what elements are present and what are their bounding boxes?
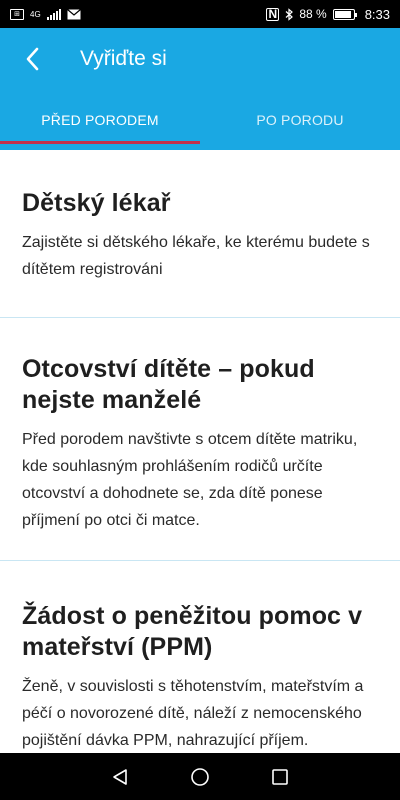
clock: 8:33 (364, 6, 390, 22)
nav-home-button[interactable] (180, 757, 220, 797)
signal-icon (46, 8, 61, 20)
chevron-left-icon (26, 47, 39, 71)
mail-icon (66, 8, 81, 20)
back-button[interactable] (0, 28, 64, 90)
content-list[interactable]: Dětský lékař Zajistěte si dětského lékař… (0, 150, 400, 753)
home-circle-icon (191, 767, 209, 786)
app-bar: Vyřiďte si PŘED PORODEM PO PORODU (0, 28, 400, 150)
back-triangle-icon (113, 768, 127, 785)
bluetooth-icon (285, 7, 294, 21)
battery-icon (332, 8, 357, 20)
toolbar: Vyřiďte si (0, 28, 400, 90)
nav-recents-button[interactable] (260, 757, 300, 797)
nav-back-button[interactable] (100, 757, 140, 797)
tab-pred-porodem[interactable]: PŘED PORODEM (0, 90, 200, 150)
tab-bar: PŘED PORODEM PO PORODU (0, 90, 400, 150)
item-title: Otcovství dítěte – pokud nejste manželé (22, 355, 315, 414)
item-title: Dětský lékař (22, 189, 171, 217)
list-item-detsky-lekar[interactable]: Dětský lékař Zajistěte si dětského lékař… (0, 150, 400, 318)
network-type: 4G (30, 9, 41, 19)
item-body: Zajistěte si dětského lékaře, ke kterému… (22, 234, 370, 278)
item-title: Žádost o peněžitou pomoc v mateřství (PP… (22, 602, 363, 661)
system-nav-bar (0, 753, 400, 800)
status-right: N 88 % 8:33 (266, 7, 390, 22)
status-bar: ⊞ 4G N 88 % 8:33 (0, 0, 400, 28)
list-item-otcovstvi[interactable]: Otcovství dítěte – pokud nejste manželé … (0, 318, 400, 561)
item-body: Ženě, v souvislosti s těhotenstvím, mate… (22, 678, 364, 749)
tab-po-porodu[interactable]: PO PORODU (200, 90, 400, 150)
status-left: ⊞ 4G (10, 8, 81, 20)
carrier-icon: ⊞ (10, 8, 24, 20)
battery-percent: 88 % (299, 7, 327, 21)
item-body: Před porodem navštivte s otcem dítěte ma… (22, 431, 358, 529)
page-title: Vyřiďte si (80, 47, 167, 70)
recents-square-icon (272, 768, 288, 785)
nfc-icon: N (266, 7, 280, 21)
list-item-ppm[interactable]: Žádost o peněžitou pomoc v mateřství (PP… (0, 561, 400, 753)
